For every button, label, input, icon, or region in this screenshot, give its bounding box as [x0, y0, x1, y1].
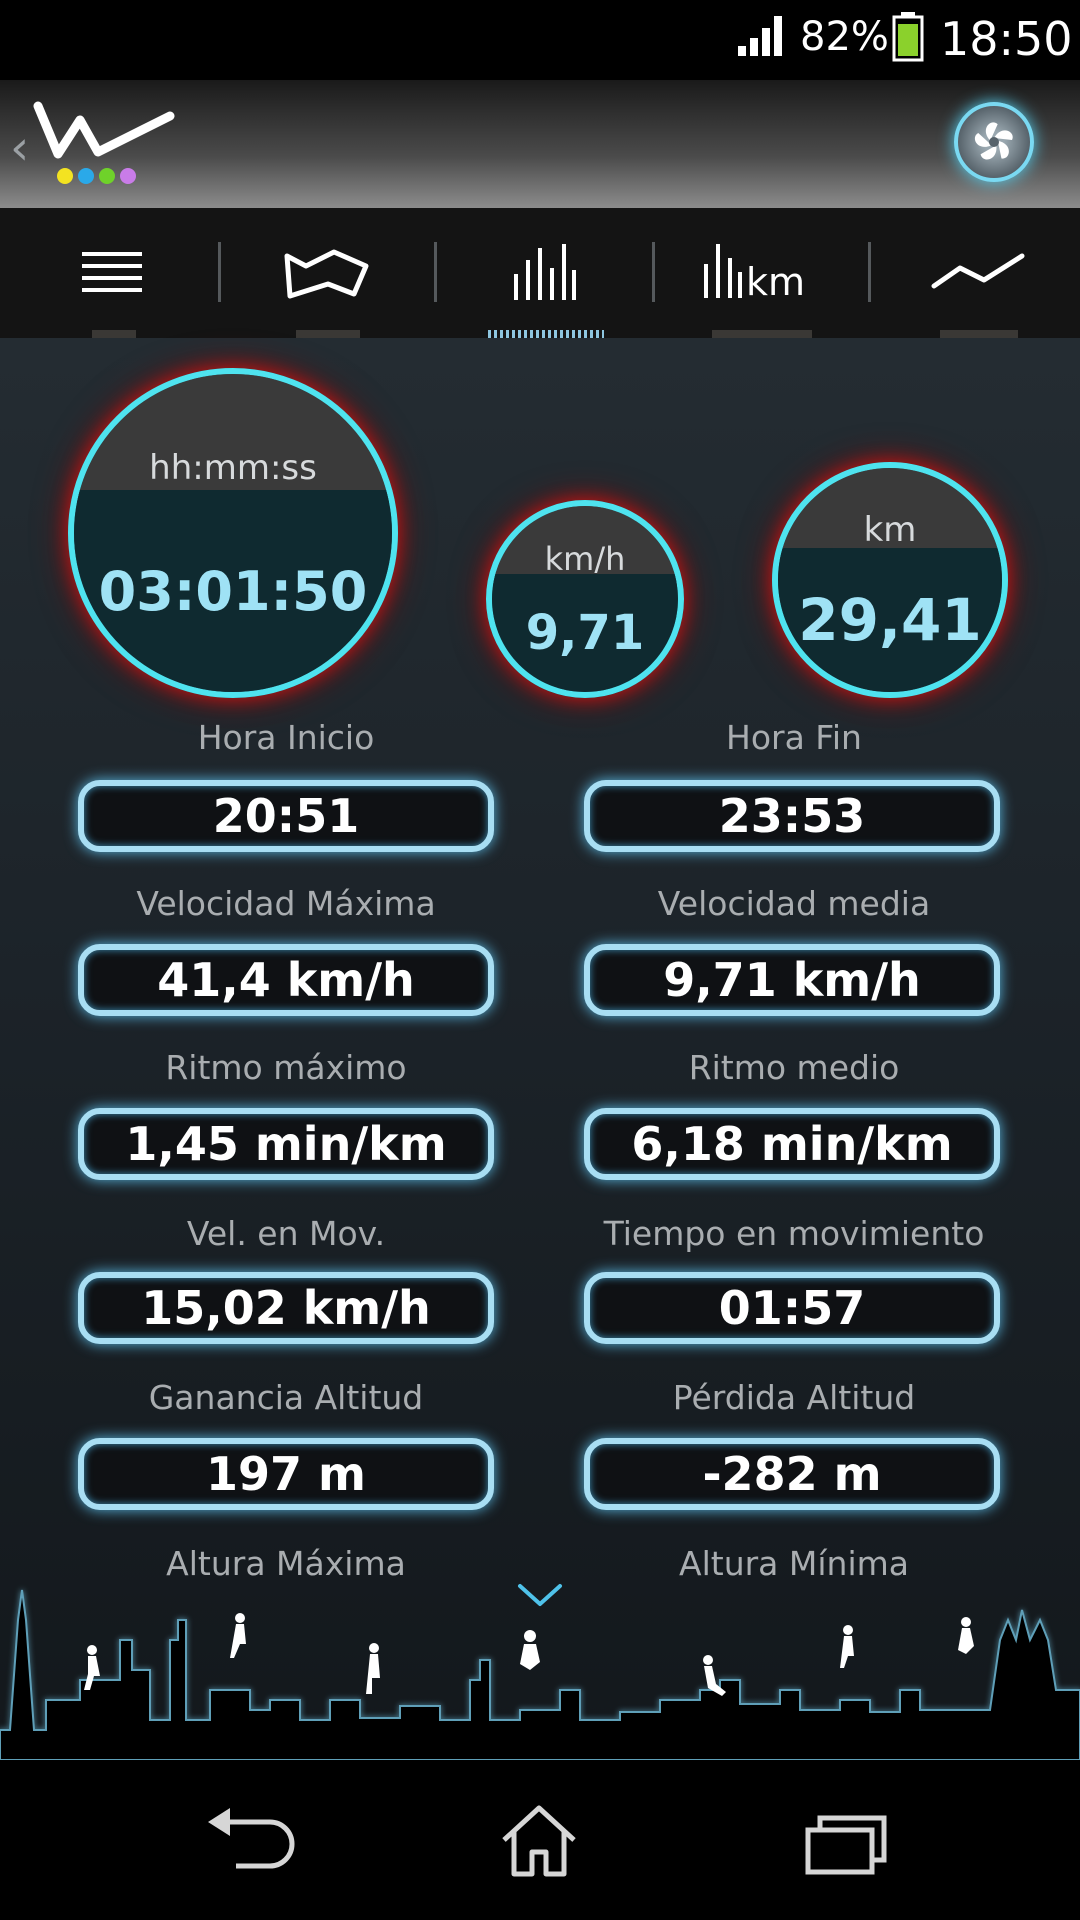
- signal-icon: [738, 16, 782, 56]
- recent-apps-icon[interactable]: [790, 1800, 900, 1880]
- speed-gauge-value: 9,71: [492, 574, 678, 692]
- label-tiempo-en-movimiento: Tiempo en movimiento: [603, 1214, 985, 1253]
- tab-bars-km[interactable]: km: [662, 208, 862, 338]
- map-icon: [284, 249, 369, 299]
- back-chevron-icon[interactable]: ‹: [10, 120, 29, 176]
- tab-bars[interactable]: [444, 208, 644, 338]
- battery-percent: 82%: [800, 14, 889, 60]
- value-ritmo-maximo: 1,45 min/km: [78, 1108, 494, 1180]
- value-perdida-altitud: -282 m: [584, 1438, 1000, 1510]
- distance-gauge: km 29,41: [772, 462, 1008, 698]
- label-ritmo-maximo: Ritmo máximo: [165, 1048, 407, 1087]
- label-hora-inicio: Hora Inicio: [197, 718, 375, 757]
- tab-line[interactable]: [878, 208, 1078, 338]
- label-velocidad-media: Velocidad media: [657, 884, 931, 923]
- back-arrow-icon[interactable]: [200, 1800, 310, 1880]
- expand-chevron-down-icon[interactable]: [516, 1580, 564, 1610]
- home-icon[interactable]: [484, 1800, 594, 1880]
- app-header: ‹: [0, 80, 1080, 208]
- label-altura-maxima: Altura Máxima: [166, 1544, 406, 1583]
- distance-gauge-value: 29,41: [778, 548, 1002, 692]
- status-time: 18:50: [940, 12, 1073, 66]
- bar-chart-icon: [514, 244, 576, 300]
- value-ritmo-medio: 6,18 min/km: [584, 1108, 1000, 1180]
- time-gauge-value: 03:01:50: [74, 490, 392, 692]
- value-vel-en-mov: 15,02 km/h: [78, 1272, 494, 1344]
- status-bar: 82% 18:50: [0, 0, 1080, 80]
- tab-bar: km: [0, 208, 1080, 338]
- label-ritmo-medio: Ritmo medio: [688, 1048, 900, 1087]
- value-velocidad-media: 9,71 km/h: [584, 944, 1000, 1016]
- label-perdida-altitud: Pérdida Altitud: [672, 1378, 916, 1417]
- settings-button[interactable]: [954, 102, 1034, 182]
- battery-icon: [892, 12, 924, 62]
- label-ganancia-altitud: Ganancia Altitud: [148, 1378, 424, 1417]
- system-nav-bar: [0, 1760, 1080, 1920]
- label-altura-minima: Altura Mínima: [679, 1544, 909, 1583]
- label-vel-en-mov: Vel. en Mov.: [186, 1214, 386, 1253]
- label-velocidad-maxima: Velocidad Máxima: [136, 884, 436, 923]
- bar-chart-km-icon: [704, 244, 742, 298]
- distance-gauge-unit: km: [778, 468, 1002, 560]
- value-hora-inicio: 20:51: [78, 780, 494, 852]
- app-logo[interactable]: [30, 94, 180, 194]
- time-gauge-unit: hh:mm:ss: [74, 374, 392, 502]
- fan-icon: [974, 122, 1013, 160]
- tab-list[interactable]: [14, 208, 214, 338]
- time-gauge: hh:mm:ss 03:01:50: [68, 368, 398, 698]
- tab-map[interactable]: [228, 208, 428, 338]
- value-hora-fin: 23:53: [584, 780, 1000, 852]
- tab-separator: [868, 242, 871, 302]
- value-ganancia-altitud: 197 m: [78, 1438, 494, 1510]
- skater-silhouettes: [84, 1613, 974, 1696]
- tab-separator: [652, 242, 655, 302]
- value-tiempo-en-movimiento: 01:57: [584, 1272, 1000, 1344]
- tab-separator: [434, 242, 437, 302]
- list-icon: [82, 252, 142, 292]
- tab-separator: [218, 242, 221, 302]
- speed-gauge: km/h 9,71: [486, 500, 684, 698]
- label-hora-fin: Hora Fin: [726, 718, 862, 757]
- line-chart-icon: [931, 253, 1025, 289]
- value-velocidad-maxima: 41,4 km/h: [78, 944, 494, 1016]
- tab-km-label: km: [746, 260, 806, 304]
